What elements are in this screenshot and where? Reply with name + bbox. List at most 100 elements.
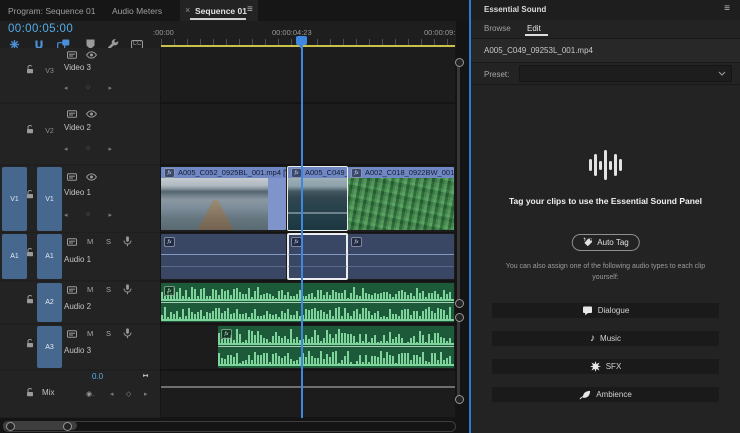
next-keyframe-icon[interactable]: ▸: [108, 84, 112, 92]
auto-tag-button[interactable]: Auto Tag: [571, 234, 639, 251]
tab-browse[interactable]: Browse: [484, 24, 511, 33]
track-lock-icon[interactable]: [26, 190, 34, 199]
scrollbar-handle[interactable]: [455, 299, 464, 308]
prev-keyframe-icon[interactable]: ◂: [110, 390, 114, 398]
sync-lock-icon[interactable]: [67, 330, 77, 338]
fx-badge-icon[interactable]: fx: [164, 286, 175, 296]
fx-badge-icon[interactable]: fx: [164, 168, 175, 178]
video-tracks-scrollbar[interactable]: [457, 62, 460, 304]
audio-clip-3[interactable]: fx: [348, 234, 454, 279]
track-content-v2[interactable]: [161, 104, 455, 164]
track-target-a3[interactable]: A3: [37, 326, 62, 368]
track-target-a2[interactable]: A2: [37, 283, 62, 322]
track-target-v1[interactable]: V1: [37, 167, 62, 231]
voiceover-mic-icon[interactable]: [123, 284, 132, 295]
video-clip-1[interactable]: fx A005_C052_0925BL_001.mp4 [V]: [161, 167, 286, 230]
dialogue-button[interactable]: Dialogue: [491, 302, 720, 319]
track-lock-icon[interactable]: [26, 125, 34, 134]
preset-dropdown[interactable]: [519, 65, 732, 82]
add-keyframe-icon[interactable]: ◉.: [86, 390, 94, 398]
voiceover-mic-icon[interactable]: [123, 236, 132, 247]
track-content-mix[interactable]: [161, 371, 455, 417]
scrollbar-handle[interactable]: [455, 313, 464, 322]
next-keyframe-icon[interactable]: ▸: [108, 145, 112, 153]
solo-button[interactable]: S: [106, 329, 111, 338]
add-keyframe-icon[interactable]: ○: [86, 211, 90, 219]
prev-keyframe-icon[interactable]: ◂: [64, 145, 68, 153]
zoom-handle-right[interactable]: [63, 422, 72, 431]
mute-button[interactable]: M: [87, 237, 93, 246]
sync-lock-icon[interactable]: [67, 173, 77, 181]
audio-clip-1[interactable]: fx: [161, 234, 286, 279]
track-target-v3[interactable]: V3: [37, 68, 62, 75]
solo-button[interactable]: S: [106, 285, 111, 294]
source-patch-v1[interactable]: V1: [2, 167, 27, 231]
panel-title: Essential Sound: [484, 5, 546, 14]
active-tab-underline: [190, 18, 246, 20]
mute-button[interactable]: M: [87, 285, 93, 294]
voiceover-mic-icon[interactable]: [123, 328, 132, 339]
keyframe-diamond-icon[interactable]: ◇: [126, 390, 131, 398]
track-name[interactable]: Audio 2: [64, 302, 91, 311]
track-name[interactable]: Video 2: [64, 123, 91, 132]
sfx-audio-clip[interactable]: fx: [218, 326, 454, 368]
track-lock-icon[interactable]: [26, 295, 34, 304]
solo-button[interactable]: S: [106, 237, 111, 246]
playhead-timecode[interactable]: 00:00:05:00: [8, 23, 73, 35]
sync-lock-icon[interactable]: [67, 238, 77, 246]
panel-menu-icon[interactable]: ≡: [247, 4, 253, 15]
mix-level-value[interactable]: 0.0: [92, 372, 103, 381]
sync-lock-icon[interactable]: [67, 51, 77, 59]
track-target-v2[interactable]: V2: [37, 128, 62, 135]
tab-edit[interactable]: Edit: [527, 24, 541, 33]
toggle-track-output-eye-icon[interactable]: [86, 51, 97, 59]
sync-lock-icon[interactable]: [67, 110, 77, 118]
tab-audio-meters[interactable]: Audio Meters: [112, 6, 162, 16]
sfx-button[interactable]: SFX: [491, 358, 720, 375]
scrollbar-handle[interactable]: [455, 58, 464, 67]
track-lock-icon[interactable]: [26, 248, 34, 257]
track-name[interactable]: Audio 3: [64, 346, 91, 355]
add-keyframe-icon[interactable]: ○: [86, 84, 90, 92]
close-icon[interactable]: ×: [185, 5, 190, 15]
track-target-a1[interactable]: A1: [37, 234, 62, 279]
next-keyframe-icon[interactable]: ▸: [144, 390, 148, 398]
track-name[interactable]: Audio 1: [64, 255, 91, 264]
audio-tracks-scrollbar[interactable]: [457, 318, 460, 398]
tab-program-monitor[interactable]: Program: Sequence 01: [8, 6, 95, 16]
audio-clip-2-selected[interactable]: fx: [288, 234, 347, 279]
prev-keyframe-icon[interactable]: ◂: [64, 84, 68, 92]
add-keyframe-icon[interactable]: ○: [86, 145, 90, 153]
sync-lock-icon[interactable]: [67, 286, 77, 294]
fit-icon[interactable]: ▸◂: [143, 372, 147, 379]
track-name[interactable]: Video 3: [64, 63, 91, 72]
toggle-track-output-eye-icon[interactable]: [86, 173, 97, 181]
video-clip-2-selected[interactable]: fx A005_C049_: [288, 167, 347, 230]
panel-menu-icon[interactable]: ≡: [724, 3, 730, 14]
next-keyframe-icon[interactable]: ▸: [108, 211, 112, 219]
fx-badge-icon[interactable]: fx: [164, 237, 175, 247]
toggle-track-output-eye-icon[interactable]: [86, 110, 97, 118]
music-button[interactable]: ♪ Music: [491, 330, 720, 347]
zoom-handle-left[interactable]: [6, 422, 15, 431]
video-clip-3[interactable]: fx A002_C018_0922BW_001.mp: [348, 167, 454, 230]
prev-keyframe-icon[interactable]: ◂: [64, 211, 68, 219]
mute-button[interactable]: M: [87, 329, 93, 338]
track-lock-icon[interactable]: [26, 339, 34, 348]
fx-badge-icon[interactable]: fx: [221, 329, 232, 339]
playhead-line[interactable]: [301, 40, 303, 418]
tab-sequence[interactable]: Sequence 01: [195, 6, 247, 16]
mix-track-name[interactable]: Mix: [42, 388, 54, 397]
source-patch-a1[interactable]: A1: [2, 234, 27, 279]
ambience-button[interactable]: Ambience: [491, 386, 720, 403]
music-audio-clip[interactable]: fx: [161, 283, 454, 322]
track-lock-icon[interactable]: [26, 388, 34, 397]
fx-badge-icon[interactable]: fx: [351, 237, 362, 247]
clip-name-row[interactable]: A005_C049_09253L_001.mp4: [471, 39, 740, 62]
track-content-v3[interactable]: [161, 48, 455, 102]
scrollbar-handle[interactable]: [455, 395, 464, 404]
work-area-bar[interactable]: [161, 45, 455, 47]
fx-badge-icon[interactable]: fx: [351, 168, 362, 178]
track-name[interactable]: Video 1: [64, 188, 91, 197]
track-lock-icon[interactable]: [26, 65, 34, 74]
